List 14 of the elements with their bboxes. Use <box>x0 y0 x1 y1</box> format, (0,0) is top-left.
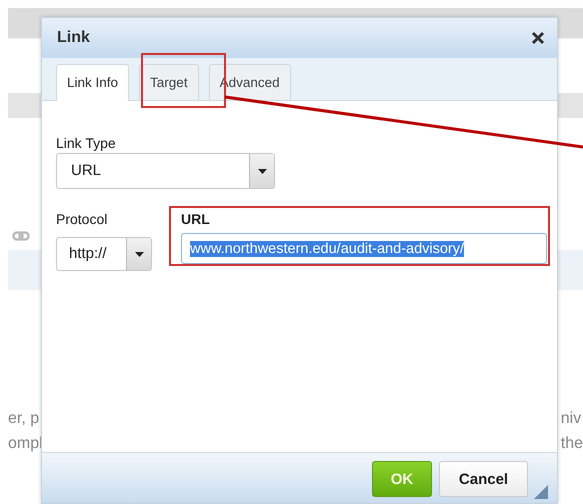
body-text-fragment: niv <box>560 410 582 427</box>
body-text-fragment: ompl <box>8 435 43 452</box>
field-label: Protocol <box>56 211 108 227</box>
body-text-fragment: er, p <box>8 410 40 427</box>
body-text-fragment: the <box>560 435 583 452</box>
field-label: Link Type <box>56 135 116 151</box>
link-type-dropdown[interactable]: URL <box>56 153 275 189</box>
field-label: URL <box>181 211 211 227</box>
cancel-button[interactable]: Cancel <box>439 461 528 497</box>
tab[interactable]: Link Info <box>56 64 130 101</box>
url-field[interactable]: www.northwestern.edu/audit-and-advisory/ <box>181 233 547 264</box>
protocol-dropdown[interactable]: http:// <box>56 237 152 271</box>
tab[interactable]: Target <box>139 64 199 100</box>
dialog-title: Link <box>57 29 90 47</box>
